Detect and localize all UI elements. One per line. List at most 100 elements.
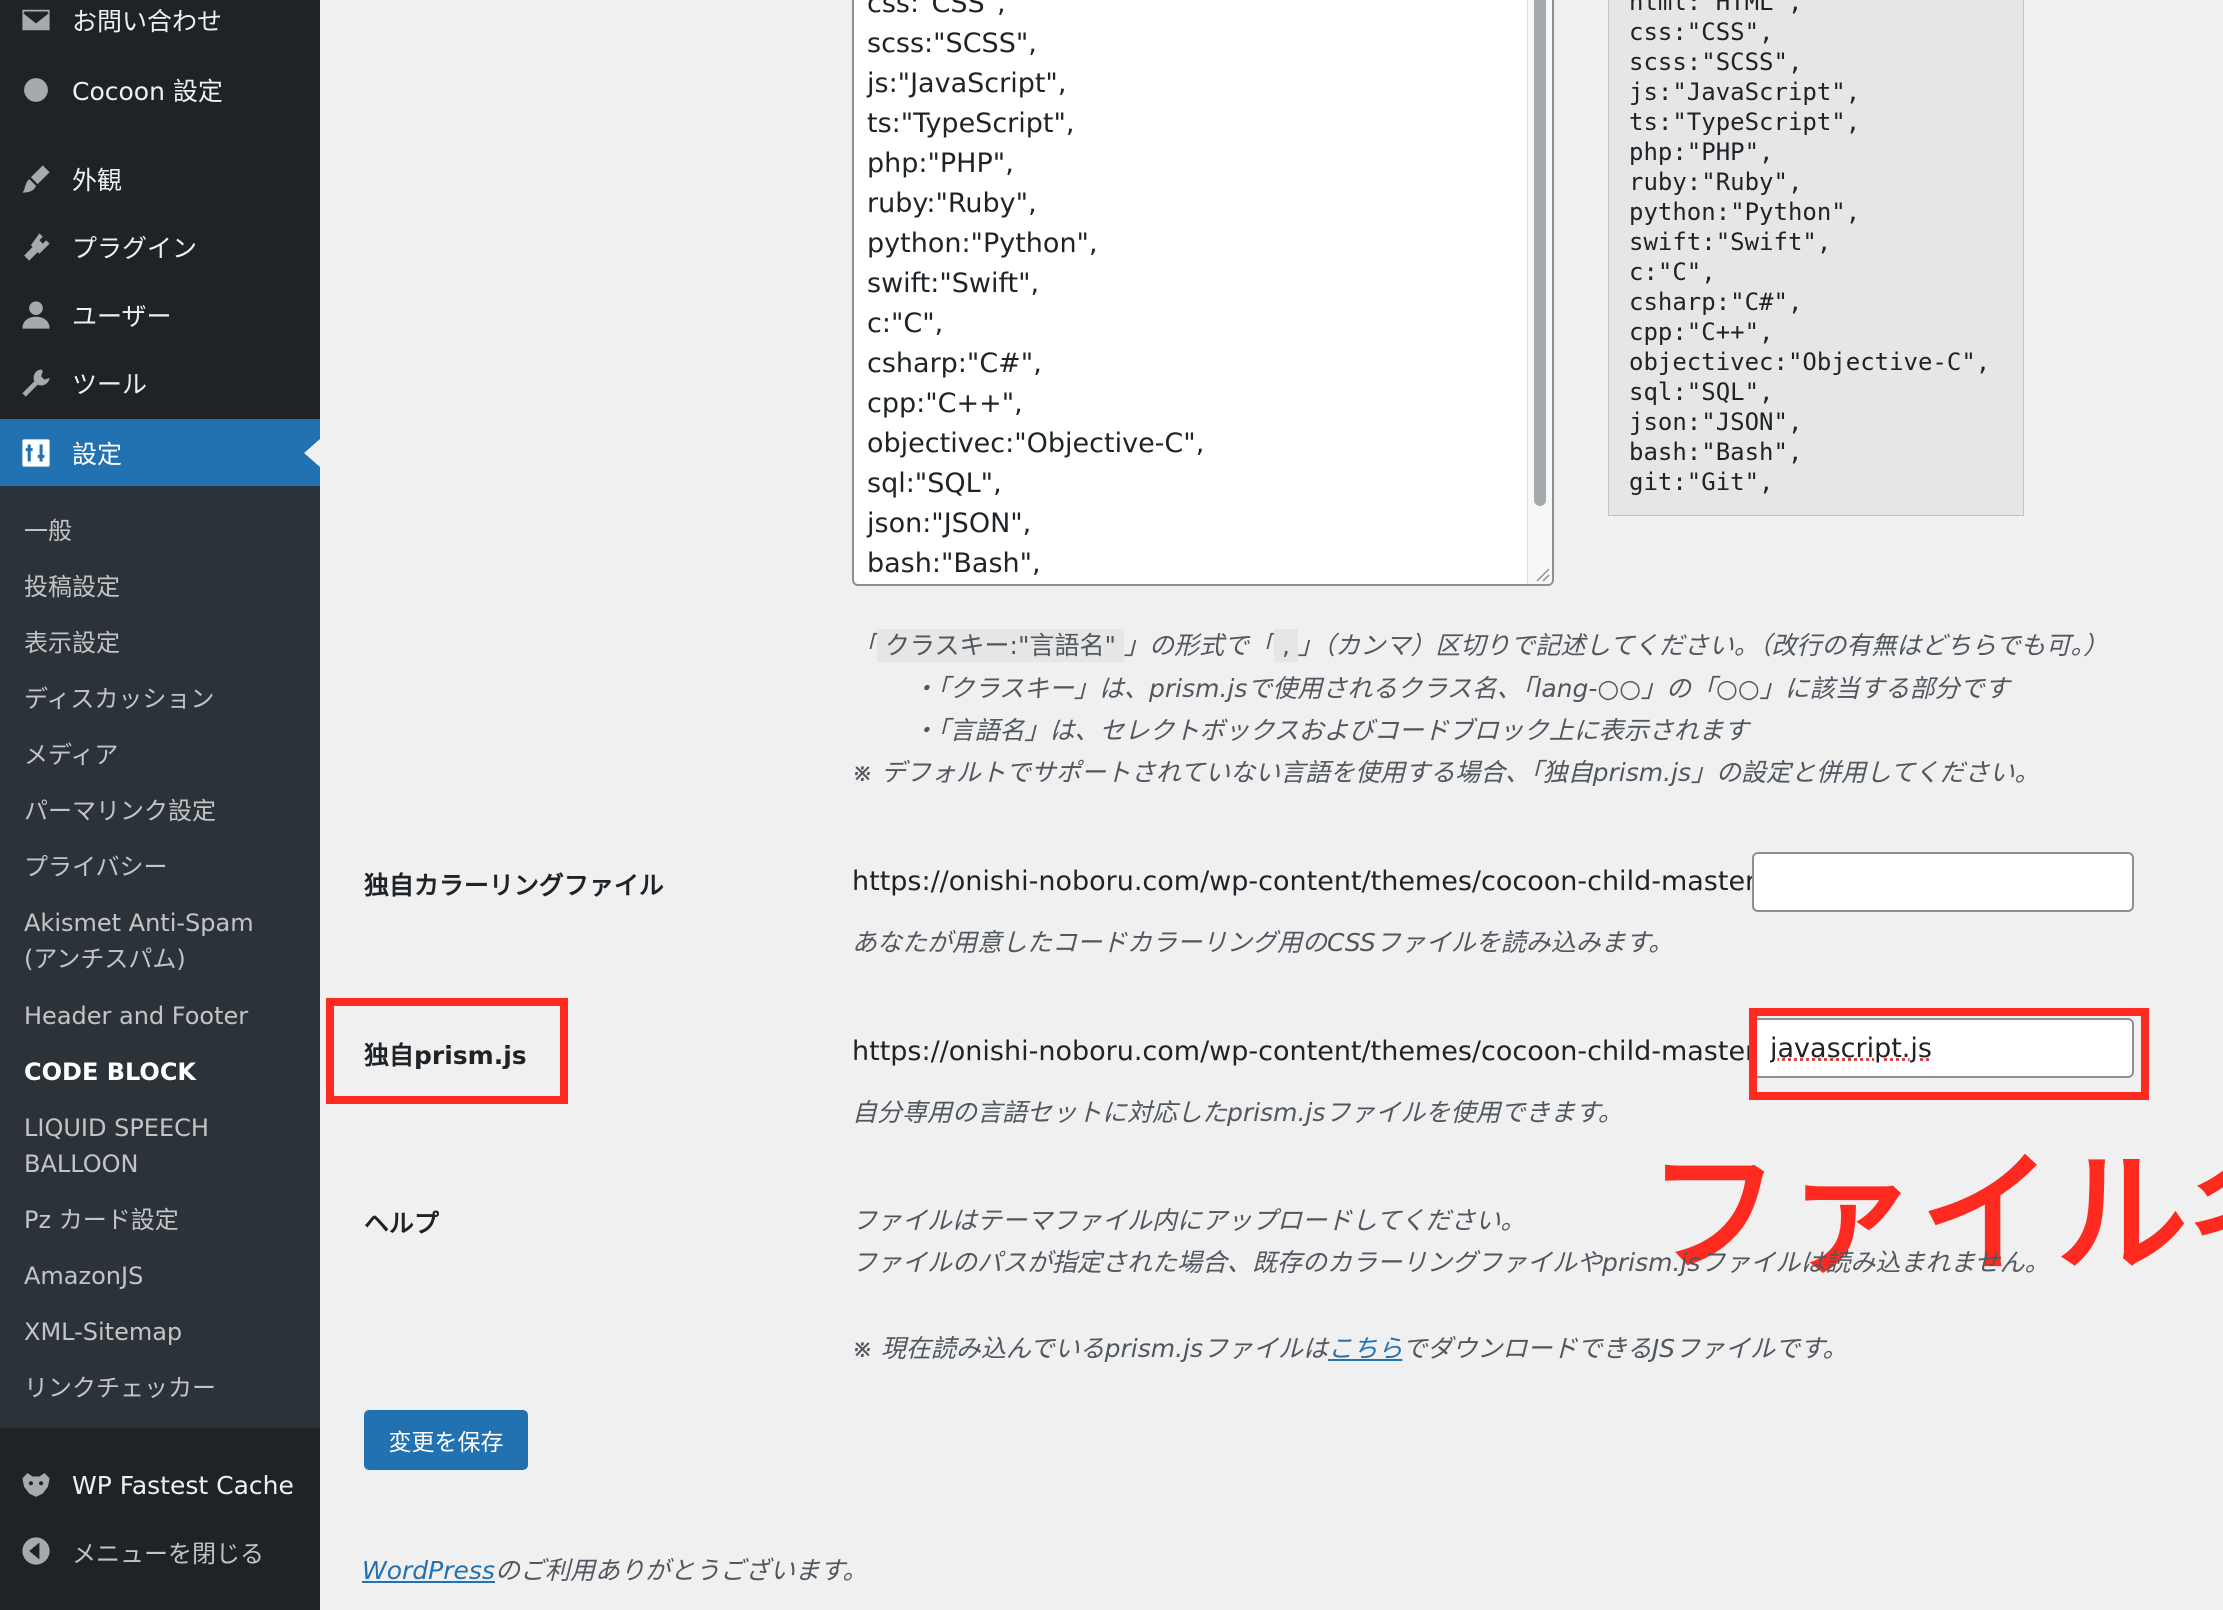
submenu-item-label: LIQUID SPEECH [24,1114,209,1142]
submenu-item-amazonjs[interactable]: AmazonJS [24,1258,143,1294]
textarea-content: css:"CSS", scss:"SCSS", js:"JavaScript", ts… [854,0,1552,584]
textarea-line: ts:"TypeScript", [867,108,1075,139]
preview-line: c:"C", [1629,258,1716,286]
prism-file-url-prefix: https://onishi-noboru.com/wp-content/the… [852,1036,1766,1067]
submenu-item-header-footer[interactable]: Header and Footer [24,998,248,1034]
collapse-menu-button[interactable]: メニューを閉じる [0,1518,320,1584]
menu-item-settings[interactable]: 設定 [0,419,320,487]
preview-line: bash:"Bash", [1629,438,1803,466]
submenu-item-reading[interactable]: 表示設定 [24,625,120,661]
language-help-note: ※ デフォルトでサポートされていない言語を使用する場合、「独自prism.js」… [852,758,2040,787]
preview-line: python:"Python", [1629,198,1861,226]
language-format-help: 「クラスキー:"言語名" 」の形式で「, 」（カンマ）区切りで記述してください。（改… [852,629,2109,662]
preview-line: ts:"TypeScript", [1629,108,1861,136]
textarea-line: php:"PHP", [867,148,1014,179]
textarea-line: js:"JavaScript", [867,68,1067,99]
menu-item-label: WP Fastest Cache [72,1470,294,1500]
download-link[interactable]: こちら [1328,1334,1402,1363]
preview-line: swift:"Swift", [1629,228,1832,256]
textarea-line: objectivec:"Objective-C", [867,428,1205,459]
cheetah-icon [18,1467,54,1503]
plugin-icon [18,229,54,265]
user-icon [18,297,54,333]
comma-code: , [1273,629,1298,662]
textarea-line: scss:"SCSS", [867,28,1037,59]
submenu-item-label: (アンチスパム) [24,945,186,973]
coloring-file-label: 独自カラーリングファイル [364,871,665,900]
save-changes-button[interactable]: 変更を保存 [364,1410,528,1470]
submenu-item-discussion[interactable]: ディスカッション [24,681,214,717]
menu-item-cocoon[interactable]: Cocoon 設定 [0,57,320,123]
submenu-item-xml-sitemap[interactable]: XML-Sitemap [24,1314,182,1350]
preview-line: ruby:"Ruby", [1629,168,1803,196]
admin-footer-text: WordPressのご利用ありがとうございます。 [362,1556,868,1585]
help-download-note: ※ 現在読み込んでいるprism.jsファイルはこちらでダウンロードできるJSフ… [852,1334,1848,1363]
submenu-item-code-block[interactable]: CODE BLOCK [24,1054,196,1090]
submenu-item-general[interactable]: 一般 [24,513,72,549]
collapse-icon [18,1533,54,1569]
textarea-line: json:"JSON", [867,508,1032,539]
preview-line: csharp:"C#", [1629,288,1803,316]
prism-file-description: 自分専用の言語セットに対応したprism.jsファイルを使用できます。 [852,1098,1623,1127]
textarea-scrollbar[interactable] [1527,0,1552,584]
admin-sidebar: お問い合わせ Cocoon 設定 外観 プラグイン ユーザー ツール 設定 一般… [0,0,320,1610]
menu-item-label: ユーザー [72,302,172,331]
menu-item-label: 外観 [72,166,123,195]
language-help-bullet: ・「クラスキー」は、prism.jsで使用されるクラス名、「lang-○○」の「… [912,674,2010,703]
textarea-line: css:"CSS", [867,0,1006,19]
menu-item-label: 設定 [72,440,123,469]
preview-line: scss:"SCSS", [1629,48,1803,76]
textarea-line: ruby:"Ruby", [867,188,1037,219]
preview-line: css:"CSS", [1629,18,1774,46]
coloring-file-description: あなたが用意したコードカラーリング用のCSSファイルを読み込みます。 [852,928,1674,957]
menu-item-plugins[interactable]: プラグイン [0,214,320,280]
submenu-item-link-checker[interactable]: リンクチェッカー [24,1370,216,1406]
wrench-icon [18,365,54,401]
resize-grip-icon[interactable] [1532,564,1550,582]
preview-line: cpp:"C++", [1629,318,1774,346]
menu-item-appearance[interactable]: 外観 [0,146,320,212]
preview-line: objectivec:"Objective-C", [1629,348,1991,376]
submenu-item-writing[interactable]: 投稿設定 [24,569,120,605]
menu-item-users[interactable]: ユーザー [0,282,320,348]
help-label: ヘルプ [364,1209,440,1238]
submenu-item-label: Akismet Anti-Spam [24,909,254,937]
submenu-item-label: BALLOON [24,1150,139,1178]
menu-item-wp-fastest-cache[interactable]: WP Fastest Cache [0,1452,320,1518]
menu-item-label: Cocoon 設定 [72,77,223,106]
settings-icon [18,435,54,471]
preview-line: php:"PHP", [1629,138,1774,166]
submenu-item-liquid-speech-balloon[interactable]: LIQUID SPEECH BALLOON [24,1110,209,1182]
submenu-item-permalink[interactable]: パーマリンク設定 [24,793,216,829]
language-help-bullet: ・「言語名」は、セレクトボックスおよびコードブロック上に表示されます [912,716,1749,745]
coloring-file-url-prefix: https://onishi-noboru.com/wp-content/the… [852,866,1766,897]
submenu-item-pz-card[interactable]: Pz カード設定 [24,1202,179,1238]
help-line: ファイルはテーマファイル内にアップロードしてください。 [852,1206,1526,1235]
submenu-item-akismet[interactable]: Akismet Anti-Spam (アンチスパム) [24,905,254,977]
coloring-file-input[interactable] [1752,852,2134,912]
textarea-line: c:"C", [867,308,944,339]
scrollbar-thumb[interactable] [1534,0,1546,506]
help-line: ファイルのパスが指定された場合、既存のカラーリングファイルやprism.jsファ… [852,1248,2050,1277]
menu-item-label: お問い合わせ [72,7,223,36]
submenu-item-media[interactable]: メディア [24,737,118,773]
paintbrush-icon [18,161,54,197]
textarea-line: csharp:"C#", [867,348,1042,379]
textarea-line: sql:"SQL", [867,468,1002,499]
cocoon-icon [18,72,54,108]
preview-line: html:"HTML", [1629,0,1803,16]
preview-line: js:"JavaScript", [1629,78,1861,106]
preview-line: json:"JSON", [1629,408,1803,436]
menu-item-tools[interactable]: ツール [0,350,320,416]
preview-content: html:"HTML", css:"CSS", scss:"SCSS", js:"Ja… [1609,0,2023,497]
textarea-line: python:"Python", [867,228,1098,259]
menu-item-contact[interactable]: お問い合わせ [0,0,320,53]
annotation-highlight-box [1749,1008,2149,1100]
wordpress-link[interactable]: WordPress [362,1556,495,1585]
default-language-preview: html:"HTML", css:"CSS", scss:"SCSS", js:"Ja… [1608,0,2024,516]
language-list-textarea[interactable]: css:"CSS", scss:"SCSS", js:"JavaScript", ts… [852,0,1554,586]
submenu-item-privacy[interactable]: プライバシー [24,849,168,885]
textarea-line: swift:"Swift", [867,268,1040,299]
prism-file-label: 独自prism.js [364,1041,527,1070]
textarea-line: cpp:"C++", [867,388,1023,419]
